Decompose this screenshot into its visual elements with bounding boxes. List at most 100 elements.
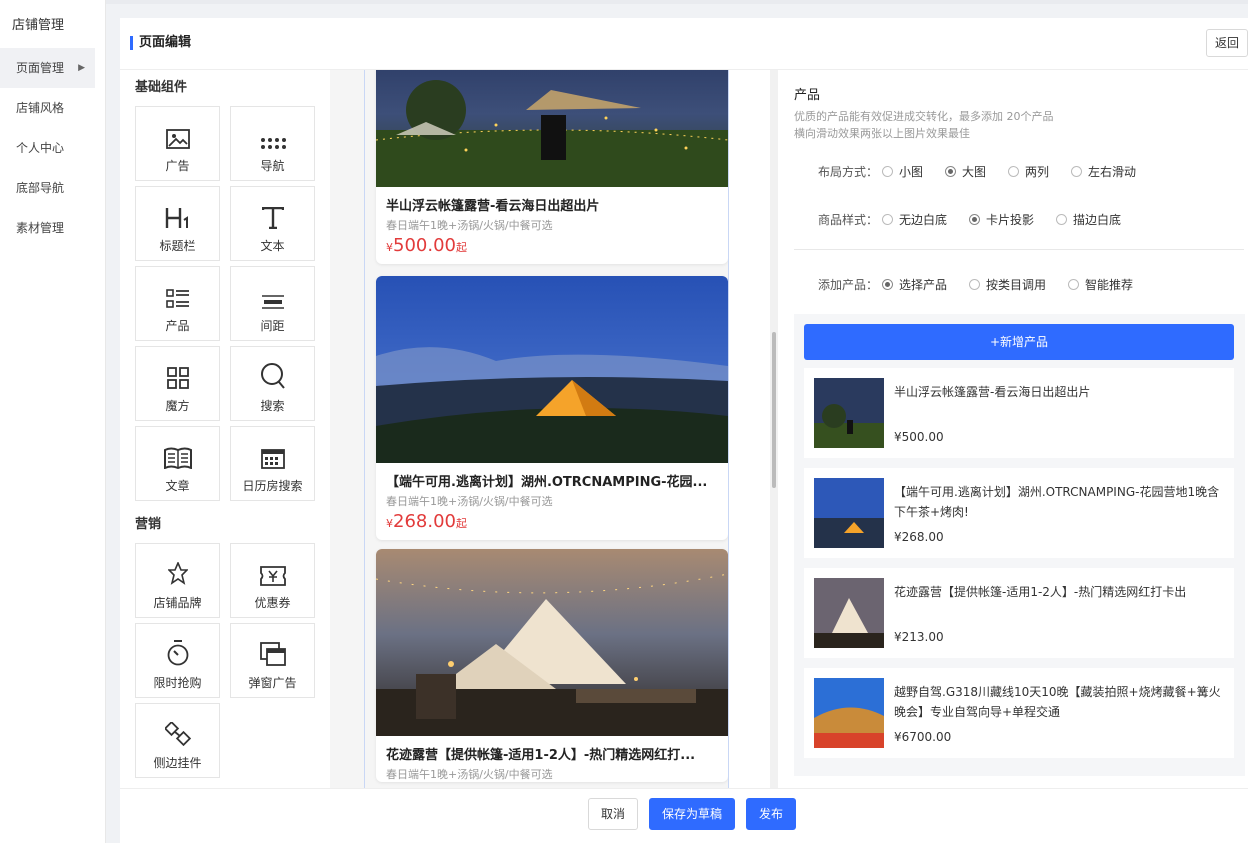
component-coupon[interactable]: 优惠券 xyxy=(230,543,315,618)
radio-source-select[interactable]: 选择产品 xyxy=(882,276,947,293)
sidebar-item-assets[interactable]: 素材管理 xyxy=(0,208,105,248)
component-label: 导航 xyxy=(260,159,285,173)
product-price: ¥500.00起 xyxy=(376,233,728,264)
search-icon xyxy=(231,347,314,389)
list-item[interactable]: 半山浮云帐篷露营-看云海日出超出片 ¥500.00 xyxy=(804,368,1234,458)
component-label: 标题栏 xyxy=(159,239,196,253)
timer-icon xyxy=(136,624,219,666)
radio-layout-slide[interactable]: 左右滑动 xyxy=(1071,163,1136,180)
radio-label: 左右滑动 xyxy=(1088,165,1137,179)
component-label: 弹窗广告 xyxy=(248,676,297,690)
product-name: 【端午可用.逃离计划】湖州.OTRCNAMPING-花园营地1晚含下午茶+烤肉! xyxy=(894,485,1220,519)
component-store-brand[interactable]: 店铺品牌 xyxy=(135,543,220,618)
settings-panel: 产品 优质的产品能有效促进成交转化，最多添加 20个产品 横向滑动效果两张以上图… xyxy=(778,70,1248,788)
preview-product-card[interactable]: 半山浮云帐篷露营-看云海日出超出片 春日端午1晚+汤锅/火锅/中餐可选 ¥500… xyxy=(376,70,728,264)
product-title: 半山浮云帐篷露营-看云海日出超出片 xyxy=(386,199,600,214)
sidebar-item-personal-center[interactable]: 个人中心 xyxy=(0,128,105,168)
preview-scrollbar[interactable] xyxy=(770,70,778,788)
component-label: 间距 xyxy=(260,319,285,333)
component-product[interactable]: 产品 xyxy=(135,266,220,341)
component-label: 店铺品牌 xyxy=(153,596,202,610)
section-title-marketing: 营销 xyxy=(135,517,162,532)
preview-product-card[interactable]: 【端午可用.逃离计划】湖州.OTRCNAMPING-花园... 春日端午1晚+汤… xyxy=(376,276,728,540)
component-ad[interactable]: 广告 xyxy=(135,106,220,181)
radio-label: 无边白底 xyxy=(899,213,948,227)
layout-label: 布局方式： xyxy=(818,165,879,179)
selected-products-list: +新增产品 半山浮云帐篷露营-看云海日出超出片 ¥500.00 【端午可用.逃离… xyxy=(794,314,1245,776)
radio-label: 描边白底 xyxy=(1073,213,1122,227)
sidebar-item-store-style[interactable]: 店铺风格 xyxy=(0,88,105,128)
back-button[interactable]: 返回 xyxy=(1206,29,1248,57)
calendar-icon xyxy=(231,427,314,469)
radio-source-category[interactable]: 按类目调用 xyxy=(969,276,1046,293)
list-item[interactable]: 越野自驾.G318川藏线10天10晚【藏装拍照+烧烤藏餐+篝火晚会】专业自驾向导… xyxy=(804,668,1234,758)
component-article[interactable]: 文章 xyxy=(135,426,220,501)
list-item[interactable]: 【端午可用.逃离计划】湖州.OTRCNAMPING-花园营地1晚含下午茶+烤肉!… xyxy=(804,468,1234,558)
radio-label: 智能推荐 xyxy=(1085,278,1134,292)
product-price: ¥500.00 xyxy=(894,430,944,444)
component-flash-sale[interactable]: 限时抢购 xyxy=(135,623,220,698)
sidebar-item-label: 店铺风格 xyxy=(16,101,65,115)
radio-dot xyxy=(1008,166,1020,177)
sidebar-item-label: 素材管理 xyxy=(16,221,65,235)
heading-icon xyxy=(136,187,219,229)
radio-layout-small[interactable]: 小图 xyxy=(882,163,923,180)
component-side-widget[interactable]: 侧边挂件 xyxy=(135,703,220,778)
component-spacing[interactable]: 间距 xyxy=(230,266,315,341)
component-search[interactable]: 搜索 xyxy=(230,346,315,421)
image-icon xyxy=(136,107,219,149)
list-item[interactable]: 花迹露营【提供帐篷-适用1-2人】-热门精选网红打卡出 ¥213.00 xyxy=(804,568,1234,658)
sidebar: 店铺管理 页面管理 ▶ 店铺风格 个人中心 底部导航 素材管理 xyxy=(0,0,106,843)
spacing-icon xyxy=(231,267,314,309)
sidebar-item-page-management[interactable]: 页面管理 ▶ xyxy=(0,48,95,88)
radio-style-card-shadow[interactable]: 卡片投影 xyxy=(969,211,1034,228)
radio-label: 选择产品 xyxy=(899,278,948,292)
style-option-row: 商品样式： 无边白底 卡片投影 描边白底 xyxy=(818,211,1143,228)
component-label: 产品 xyxy=(165,319,190,333)
mobile-preview[interactable]: 半山浮云帐篷露营-看云海日出超出片 春日端午1晚+汤锅/火锅/中餐可选 ¥500… xyxy=(364,70,729,788)
product-image xyxy=(376,549,728,736)
product-title: 【端午可用.逃离计划】湖州.OTRCNAMPING-花园... xyxy=(386,475,708,490)
scrollbar-thumb[interactable] xyxy=(772,332,776,488)
component-text[interactable]: 文本 xyxy=(230,186,315,261)
source-label: 添加产品： xyxy=(818,278,879,292)
component-cube[interactable]: 魔方 xyxy=(135,346,220,421)
product-thumbnail xyxy=(814,478,884,548)
component-popup-ad[interactable]: 弹窗广告 xyxy=(230,623,315,698)
brand-badge-icon xyxy=(136,544,219,586)
price-suffix: 起 xyxy=(455,517,467,530)
sidebar-brand: 店铺管理 xyxy=(12,18,65,33)
page-title: 页面编辑 xyxy=(130,36,191,50)
divider xyxy=(794,249,1244,250)
canvas-gutter xyxy=(330,70,364,788)
component-nav[interactable]: 导航 xyxy=(230,106,315,181)
product-name: 越野自驾.G318川藏线10天10晚【藏装拍照+烧烤藏餐+篝火晚会】专业自驾向导… xyxy=(894,685,1221,719)
popup-icon xyxy=(231,624,314,666)
sidebar-item-bottom-nav[interactable]: 底部导航 xyxy=(0,168,105,208)
radio-layout-two-col[interactable]: 两列 xyxy=(1008,163,1049,180)
add-product-button[interactable]: +新增产品 xyxy=(804,324,1234,360)
radio-label: 按类目调用 xyxy=(986,278,1047,292)
save-draft-button[interactable]: 保存为草稿 xyxy=(649,798,735,830)
radio-dot xyxy=(1071,166,1083,177)
preview-product-card[interactable]: 花迹露营【提供帐篷-适用1-2人】-热门精选网红打... 春日端午1晚+汤锅/火… xyxy=(376,549,728,782)
radio-style-outlined[interactable]: 描边白底 xyxy=(1056,211,1121,228)
component-label: 文章 xyxy=(165,479,190,493)
radio-layout-large[interactable]: 大图 xyxy=(945,163,986,180)
radio-source-smart[interactable]: 智能推荐 xyxy=(1068,276,1133,293)
sidebar-item-label: 个人中心 xyxy=(16,141,65,155)
radio-style-borderless[interactable]: 无边白底 xyxy=(882,211,947,228)
product-price: ¥213.00 xyxy=(894,630,944,644)
price-currency: ¥ xyxy=(386,517,393,530)
side-widget-icon xyxy=(136,704,219,746)
publish-button[interactable]: 发布 xyxy=(746,798,796,830)
settings-desc-line: 横向滑动效果两张以上图片效果最佳 xyxy=(794,127,970,140)
product-price: ¥268.00起 xyxy=(376,509,728,540)
component-label: 日历房搜索 xyxy=(242,479,303,493)
cube-grid-icon xyxy=(136,347,219,389)
cancel-button[interactable]: 取消 xyxy=(588,798,638,830)
component-heading[interactable]: 标题栏 xyxy=(135,186,220,261)
radio-label: 大图 xyxy=(962,165,987,179)
settings-desc-line: 优质的产品能有效促进成交转化，最多添加 20个产品 xyxy=(794,110,1054,123)
component-calendar-search[interactable]: 日历房搜索 xyxy=(230,426,315,501)
